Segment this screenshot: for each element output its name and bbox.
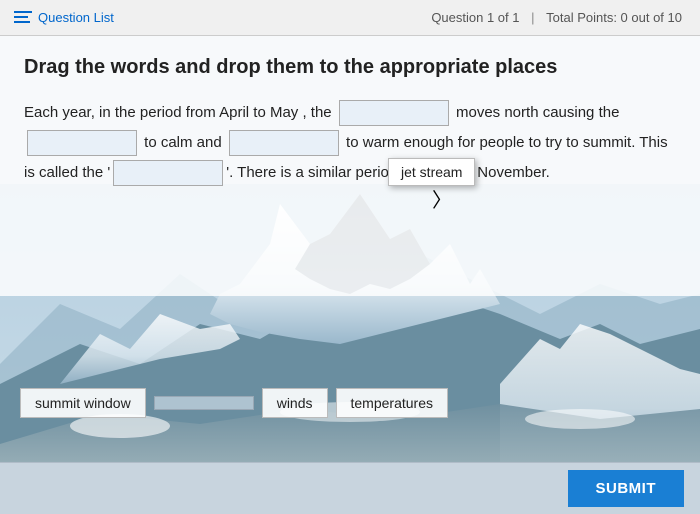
pipe-divider: | <box>531 10 534 25</box>
main-area: Drag the words and drop them to the appr… <box>0 36 700 514</box>
list-icon <box>14 11 32 25</box>
question-list-label: Question List <box>38 10 114 25</box>
drop-slot-4[interactable] <box>113 160 223 186</box>
passage-part-1: Each year, in the period from April to M… <box>24 104 336 121</box>
word-chip-winds-label: winds <box>277 395 313 411</box>
question-counter: Question 1 of 1 <box>431 10 519 25</box>
passage-part-2: moves north causing the <box>452 104 620 121</box>
passage-text: Each year, in the period from April to M… <box>24 98 676 188</box>
header-info: Question 1 of 1 | Total Points: 0 out of… <box>427 10 686 25</box>
word-chip-summit-window[interactable]: summit window <box>20 388 146 418</box>
drop-slot-1[interactable] <box>339 100 449 126</box>
word-chip-empty[interactable] <box>154 396 254 410</box>
bottom-bar: SUBMIT <box>0 462 700 514</box>
passage-part-3: to calm and <box>140 134 226 151</box>
word-chip-temperatures-label: temperatures <box>351 395 433 411</box>
question-instruction: Drag the words and drop them to the appr… <box>24 54 676 80</box>
submit-button[interactable]: SUBMIT <box>568 470 685 507</box>
header-bar: Question List Question 1 of 1 | Total Po… <box>0 0 700 36</box>
question-list-nav[interactable]: Question List <box>14 10 114 25</box>
word-chip-winds[interactable]: winds <box>262 388 328 418</box>
jet-stream-label: jet stream <box>401 164 462 180</box>
content-box: Drag the words and drop them to the appr… <box>0 36 700 296</box>
total-points: Total Points: 0 out of 10 <box>546 10 682 25</box>
jet-stream-draggable[interactable]: jet stream <box>388 158 475 186</box>
drop-slot-3[interactable] <box>229 130 339 156</box>
word-chip-temperatures[interactable]: temperatures <box>336 388 448 418</box>
word-chip-summit-window-label: summit window <box>35 395 131 411</box>
word-bank: summit window winds temperatures <box>20 388 448 418</box>
drop-slot-2[interactable] <box>27 130 137 156</box>
